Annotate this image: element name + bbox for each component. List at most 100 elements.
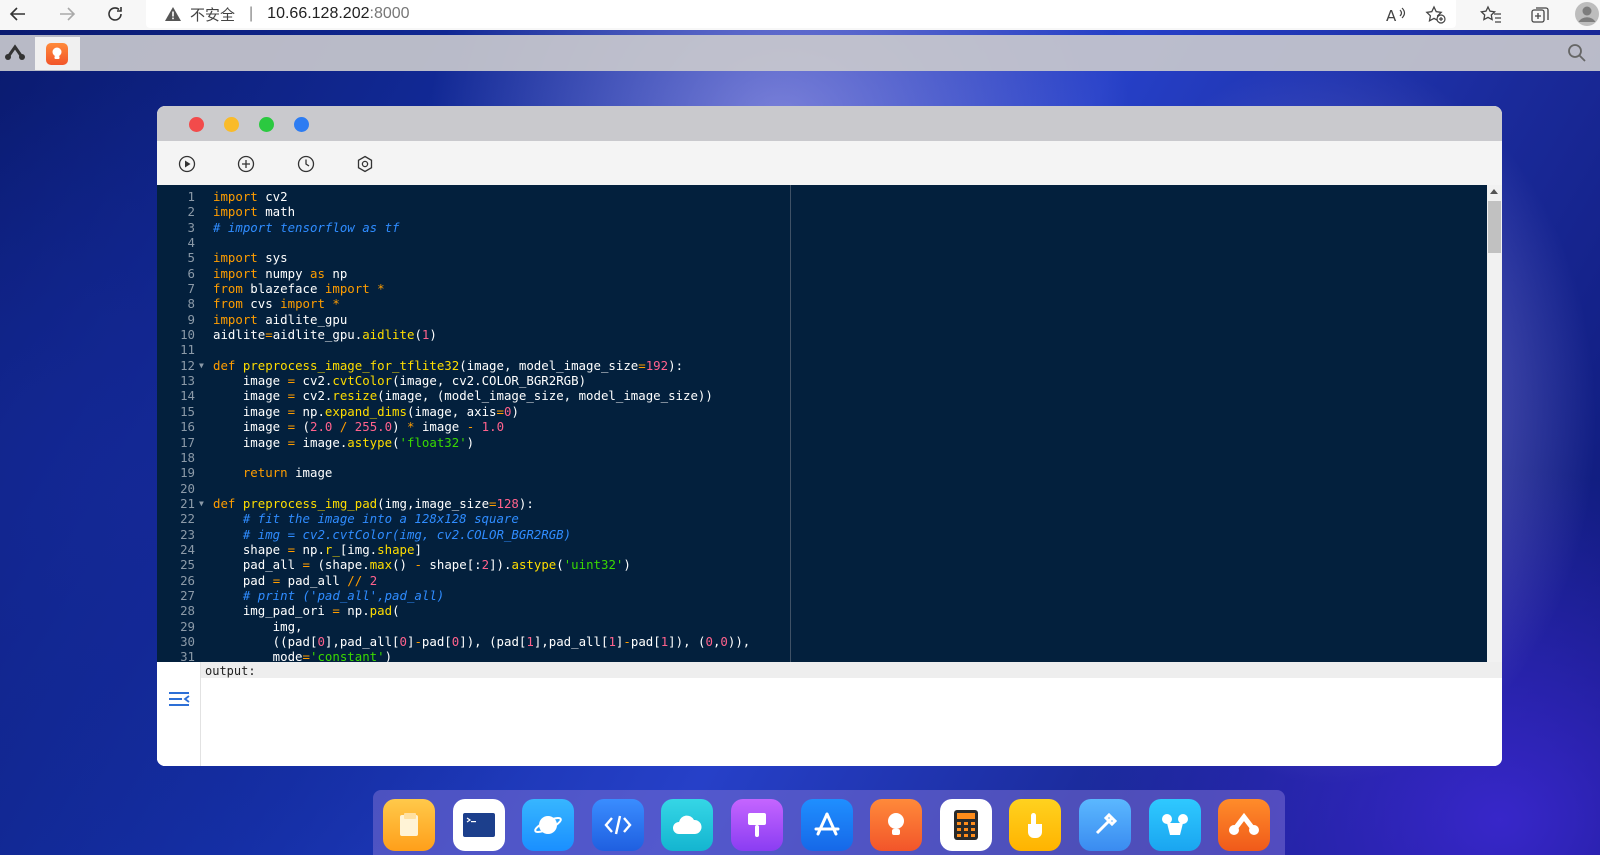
code-line[interactable]: 31 mode='constant') <box>157 649 1487 662</box>
code-line[interactable]: 30 ((pad[0],pad_all[0]-pad[0]), (pad[1],… <box>157 634 1487 649</box>
minimize-window-button[interactable] <box>224 117 239 132</box>
code-line[interactable]: 14 image = cv2.resize(image, (model_imag… <box>157 388 1487 403</box>
code-line[interactable]: 17 image = image.astype('float32') <box>157 435 1487 450</box>
history-clock-icon[interactable] <box>297 155 315 173</box>
code-editor[interactable]: 1 import cv2 2 import math 3 # import tensorf… <box>157 185 1487 662</box>
add-file-icon[interactable] <box>237 155 255 173</box>
code-line[interactable]: 23 # img = cv2.cvtColor(img, cv2.COLOR_B… <box>157 527 1487 542</box>
code-line[interactable]: 9 import aidlite_gpu <box>157 312 1487 327</box>
maximize-window-button[interactable] <box>259 117 274 132</box>
code-line[interactable]: 18 <box>157 450 1487 465</box>
code-token: pad_all <box>213 557 303 573</box>
browser-app-icon[interactable] <box>522 799 575 851</box>
code-line[interactable]: 8 from cvs import * <box>157 296 1487 311</box>
code-line[interactable]: 16 image = (2.0 / 255.0) * image - 1.0 <box>157 419 1487 434</box>
code-token: = <box>332 603 340 619</box>
code-token: image <box>414 419 467 435</box>
code-token: = <box>265 327 273 343</box>
code-line[interactable]: 2 import math <box>157 204 1487 219</box>
close-window-button[interactable] <box>189 117 204 132</box>
insecure-label: 不安全 <box>190 6 236 24</box>
collapse-menu-icon[interactable] <box>168 690 190 708</box>
code-token: * <box>332 296 340 312</box>
back-button[interactable] <box>8 4 28 24</box>
mouse-app-icon[interactable] <box>1148 799 1201 851</box>
code-line[interactable]: 22 # fit the image into a 128x128 square <box>157 511 1487 526</box>
code-token: = <box>496 403 504 419</box>
tools-app-icon[interactable] <box>1079 799 1131 851</box>
code-line[interactable]: 13 image = cv2.cvtColor(image, cv2.COLOR… <box>157 373 1487 388</box>
code-token: mode <box>213 649 303 662</box>
code-line[interactable]: 1 import cv2 <box>157 189 1487 204</box>
code-line[interactable]: 20 <box>157 481 1487 496</box>
extra-window-button[interactable] <box>294 117 309 132</box>
code-token: 192 <box>645 357 669 373</box>
code-line[interactable]: 25 pad_all = (shape.max() - shape[:2]).a… <box>157 557 1487 572</box>
app-store-icon[interactable] <box>800 799 853 851</box>
reload-button[interactable] <box>105 4 125 24</box>
read-aloud-button[interactable]: A <box>1385 4 1407 26</box>
touch-app-icon[interactable] <box>1009 799 1062 851</box>
scroll-thumb[interactable] <box>1488 201 1501 253</box>
code-line[interactable]: 12 ▼ def preprocess_image_for_tflite32(ima… <box>157 358 1487 373</box>
code-line[interactable]: 10 aidlite=aidlite_gpu.aidlite(1) <box>157 327 1487 342</box>
aidlux-app-icon[interactable] <box>1218 799 1271 851</box>
output-header <box>157 662 1502 678</box>
editor-scrollbar[interactable] <box>1487 185 1502 662</box>
code-line[interactable]: 7 from blazeface import * <box>157 281 1487 296</box>
code-token: ( <box>392 434 400 450</box>
code-token: ) <box>466 434 475 450</box>
code-line[interactable]: 21 ▼ def preprocess_img_pad(img,image_size… <box>157 496 1487 511</box>
line-number: 12 <box>180 357 195 373</box>
settings-gear-icon[interactable] <box>356 155 374 173</box>
code-line[interactable]: 3 # import tensorflow as tf <box>157 220 1487 235</box>
line-number: 18 <box>180 449 195 465</box>
code-token: = <box>489 495 497 511</box>
code-line[interactable]: 4 <box>157 235 1487 250</box>
code-editor-window: 1 import cv2 2 import math 3 # import tensorf… <box>157 106 1502 766</box>
terminal-app-icon[interactable] <box>452 799 505 851</box>
code-token: aidlite <box>213 327 266 343</box>
forward-button[interactable] <box>57 4 77 24</box>
taskbar-active-app[interactable] <box>35 37 80 70</box>
run-icon[interactable] <box>178 155 196 173</box>
code-line[interactable]: 5 import sys <box>157 250 1487 265</box>
code-line[interactable]: 29 img, <box>157 619 1487 634</box>
code-line[interactable]: 26 pad = pad_all // 2 <box>157 573 1487 588</box>
code-line[interactable]: 28 img_pad_ori = np.pad( <box>157 603 1487 618</box>
cloud-app-icon[interactable] <box>661 799 714 851</box>
code-line[interactable]: 24 shape = np.r_[img.shape] <box>157 542 1487 557</box>
fold-arrow-icon[interactable]: ▼ <box>199 496 204 511</box>
code-text: def preprocess_img_pad(img,image_size=12… <box>213 496 534 511</box>
search-icon[interactable] <box>1567 43 1587 63</box>
favorites-button[interactable] <box>1480 4 1502 26</box>
calculator-app-icon[interactable] <box>939 799 992 851</box>
fold-arrow-icon[interactable]: ▼ <box>199 358 204 373</box>
code-line[interactable]: 19 return image <box>157 465 1487 480</box>
code-line[interactable]: 15 image = np.expand_dims(image, axis=0) <box>157 404 1487 419</box>
code-token: = <box>638 357 646 373</box>
code-token: ]), ( <box>668 633 706 649</box>
idea-bulb-app-icon[interactable] <box>870 799 923 851</box>
aidlux-logo-icon[interactable] <box>4 44 26 62</box>
scroll-up-arrow-icon[interactable] <box>1490 189 1498 194</box>
code-token: preprocess_image_for_tflite32 <box>242 357 460 373</box>
code-line[interactable]: 6 import numpy as np <box>157 266 1487 281</box>
files-app-icon[interactable] <box>383 799 435 851</box>
code-token: shape <box>213 541 288 557</box>
code-lines[interactable]: 1 import cv2 2 import math 3 # import tensorf… <box>157 189 1487 662</box>
collections-button[interactable] <box>1530 4 1552 26</box>
add-favorite-button[interactable] <box>1425 4 1447 26</box>
code-line[interactable]: 11 <box>157 342 1487 357</box>
code-token: np. <box>295 403 325 419</box>
line-number: 1 <box>187 189 195 204</box>
code-token: from <box>213 296 243 312</box>
profile-button[interactable] <box>1575 2 1599 26</box>
address-bar[interactable]: 不安全 | 10.66.128.202:8000 <box>146 0 1456 28</box>
code-token: 2 <box>369 572 378 588</box>
paint-app-icon[interactable] <box>731 799 783 851</box>
code-editor-app-icon[interactable] <box>591 799 644 851</box>
code-line[interactable]: 27 # print ('pad_all',pad_all) <box>157 588 1487 603</box>
code-text: import cv2 <box>213 189 288 204</box>
